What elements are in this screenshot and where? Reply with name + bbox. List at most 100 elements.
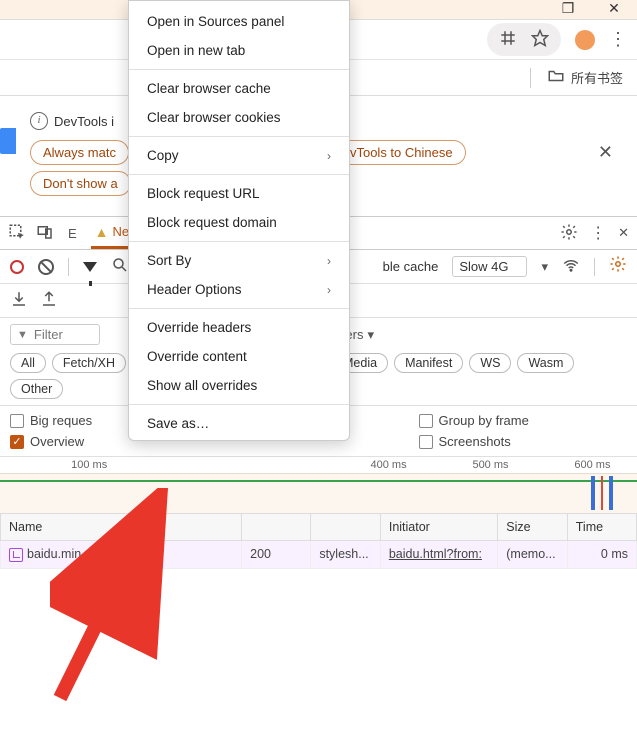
extensions-icon[interactable] (499, 29, 517, 50)
ctx-separator (129, 308, 349, 309)
col-header-name[interactable]: Name (1, 514, 242, 541)
ctx-header-options-submenu[interactable]: Header Options› (129, 275, 349, 304)
dropdown-caret-icon[interactable]: ▾ (541, 259, 548, 275)
table-row[interactable] (1, 568, 637, 748)
ctx-override-content[interactable]: Override content (129, 342, 349, 371)
ctx-copy-submenu[interactable]: Copy› (129, 141, 349, 170)
chevron-right-icon: › (327, 283, 331, 297)
table-header-row: Name Initiator Size Time (1, 514, 637, 541)
tab-elements[interactable]: E (64, 217, 81, 249)
screenshots-checkbox[interactable]: Screenshots (419, 431, 628, 452)
col-header-size[interactable]: Size (498, 514, 568, 541)
filter-toggle-icon[interactable] (83, 262, 97, 272)
record-icon[interactable] (10, 260, 24, 274)
chevron-down-icon: ▾ (367, 327, 374, 343)
checkbox-checked-icon: ✓ (10, 435, 24, 449)
overview-label: Overview (30, 434, 84, 449)
always-match-button[interactable]: Always matc (30, 140, 129, 165)
tick-100ms: 100 ms (71, 459, 107, 471)
checkbox-icon (10, 414, 24, 428)
chevron-right-icon: › (327, 149, 331, 163)
network-timeline[interactable]: 100 ms 400 ms 500 ms 600 ms (0, 457, 637, 513)
devtools-settings-icon[interactable] (560, 223, 578, 244)
ctx-open-in-new-tab[interactable]: Open in new tab (129, 36, 349, 65)
info-icon: i (30, 112, 48, 130)
network-conditions-icon[interactable] (562, 256, 580, 277)
divider (68, 258, 69, 276)
window-restore-button[interactable]: ❐ (545, 0, 591, 20)
chip-ws[interactable]: WS (469, 353, 511, 373)
checkbox-icon (419, 414, 433, 428)
funnel-icon: ▼ (17, 329, 28, 341)
col-header-time[interactable]: Time (567, 514, 636, 541)
window-controls: ❐ ✕ (545, 0, 637, 20)
group-by-frame-checkbox[interactable]: Group by frame (419, 410, 628, 431)
col-header-initiator[interactable]: Initiator (380, 514, 497, 541)
tick-600ms: 600 ms (574, 459, 610, 471)
chip-wasm[interactable]: Wasm (517, 353, 574, 373)
divider (594, 258, 595, 276)
ctx-open-in-sources[interactable]: Open in Sources panel (129, 7, 349, 36)
col-header-type[interactable] (311, 514, 381, 541)
filter-input[interactable]: ▼ Filter (10, 324, 100, 345)
ctx-show-overrides[interactable]: Show all overrides (129, 371, 349, 400)
group-frame-label: Group by frame (439, 413, 529, 428)
divider (530, 68, 531, 88)
network-settings-icon[interactable] (609, 255, 627, 278)
chevron-right-icon: › (327, 254, 331, 268)
table-row[interactable]: baidu.min.c 200 stylesh... baidu.html?fr… (1, 541, 637, 569)
profile-avatar-icon[interactable] (575, 30, 595, 50)
chip-other[interactable]: Other (10, 379, 63, 399)
switch-chinese-button[interactable]: vTools to Chinese (337, 140, 466, 165)
window-close-button[interactable]: ✕ (591, 0, 637, 20)
cell-initiator: baidu.html?from: (380, 541, 497, 569)
cell-time: 0 ms (567, 541, 636, 569)
timeline-marker (609, 476, 613, 510)
checkbox-icon (419, 435, 433, 449)
dont-show-again-button[interactable]: Don't show a (30, 171, 131, 196)
cell-status: 200 (242, 541, 311, 569)
warning-icon: ▲ (95, 224, 109, 240)
clear-icon[interactable] (38, 259, 54, 275)
timeline-ticks: 100 ms 400 ms 500 ms 600 ms (0, 457, 637, 473)
ctx-block-url[interactable]: Block request URL (129, 179, 349, 208)
prompt-text: DevTools i (54, 114, 114, 129)
import-har-icon[interactable] (40, 290, 58, 311)
export-har-icon[interactable] (10, 290, 28, 311)
browser-menu-icon[interactable]: ⋮ (609, 29, 627, 50)
device-toggle-icon[interactable] (36, 223, 54, 244)
chip-all[interactable]: All (10, 353, 46, 373)
initiator-link[interactable]: baidu.html?from: (389, 547, 482, 561)
big-requests-label: Big reques (30, 413, 92, 428)
request-name: baidu.min.c (27, 547, 91, 561)
timeline-marker (591, 476, 595, 510)
timeline-band (0, 480, 637, 482)
all-bookmarks-link[interactable]: 所有书签 (571, 68, 623, 87)
side-widget-icon[interactable] (0, 128, 16, 154)
stylesheet-icon (9, 548, 23, 562)
devtools-close-icon[interactable]: ✕ (618, 225, 629, 241)
cell-size: (memo... (498, 541, 568, 569)
ctx-block-domain[interactable]: Block request domain (129, 208, 349, 237)
chip-manifest[interactable]: Manifest (394, 353, 463, 373)
search-icon[interactable] (111, 256, 129, 277)
inspect-element-icon[interactable] (8, 223, 26, 244)
ctx-separator (129, 404, 349, 405)
timeline-body (0, 473, 637, 513)
ctx-override-headers[interactable]: Override headers (129, 313, 349, 342)
cell-type: stylesh... (311, 541, 381, 569)
devtools-more-icon[interactable]: ⋮ (590, 223, 606, 243)
col-header-status[interactable] (242, 514, 311, 541)
ctx-save-as[interactable]: Save as… (129, 409, 349, 438)
ctx-sort-by-submenu[interactable]: Sort By› (129, 246, 349, 275)
ctx-clear-cache[interactable]: Clear browser cache (129, 74, 349, 103)
bookmark-star-icon[interactable] (531, 29, 549, 50)
ctx-separator (129, 174, 349, 175)
throttle-select[interactable]: Slow 4G (452, 256, 527, 277)
ctx-clear-cookies[interactable]: Clear browser cookies (129, 103, 349, 132)
ctx-separator (129, 69, 349, 70)
close-prompt-icon[interactable]: ✕ (598, 142, 613, 163)
throttle-value: Slow 4G (459, 259, 508, 274)
chip-fetch-xhr[interactable]: Fetch/XH (52, 353, 126, 373)
ctx-separator (129, 136, 349, 137)
